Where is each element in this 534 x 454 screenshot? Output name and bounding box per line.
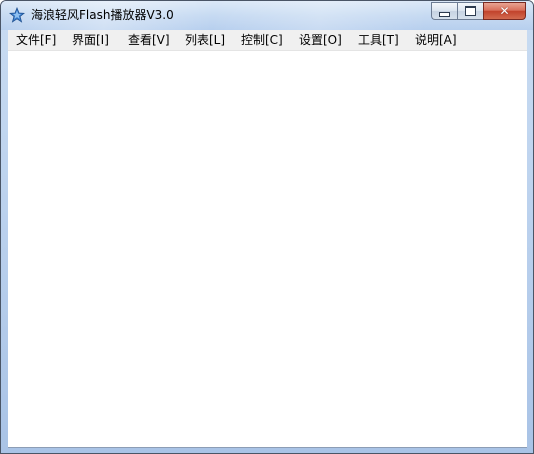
minimize-icon [439,11,450,17]
menu-interface[interactable]: 界面[I] [72,32,109,48]
menu-bar: 文件[F] 界面[I] 查看[V] 列表[L] 控制[C] 设置[O] 工具[T… [8,30,527,51]
menu-settings[interactable]: 设置[O] [299,32,342,48]
blue-star-icon[interactable] [8,6,26,23]
caption-buttons: ✕ [431,2,526,21]
title-bar[interactable]: 海浪轻风Flash播放器V3.0 ✕ [1,1,533,30]
menu-view[interactable]: 查看[V] [128,32,170,48]
maximize-icon [465,6,476,16]
menu-tools[interactable]: 工具[T] [358,32,399,48]
close-button[interactable]: ✕ [483,2,526,20]
player-area[interactable] [8,51,527,448]
maximize-button[interactable] [457,2,483,20]
close-icon: ✕ [499,4,510,18]
minimize-button[interactable] [431,2,457,20]
window-title: 海浪轻风Flash播放器V3.0 [31,8,174,22]
menu-list[interactable]: 列表[L] [185,32,225,48]
app-window: 海浪轻风Flash播放器V3.0 ✕ 文件[F] 界面[I] 查看[V] 列表[… [0,0,534,454]
menu-control[interactable]: 控制[C] [241,32,283,48]
menu-about[interactable]: 说明[A] [415,32,457,48]
menu-file[interactable]: 文件[F] [16,32,56,48]
